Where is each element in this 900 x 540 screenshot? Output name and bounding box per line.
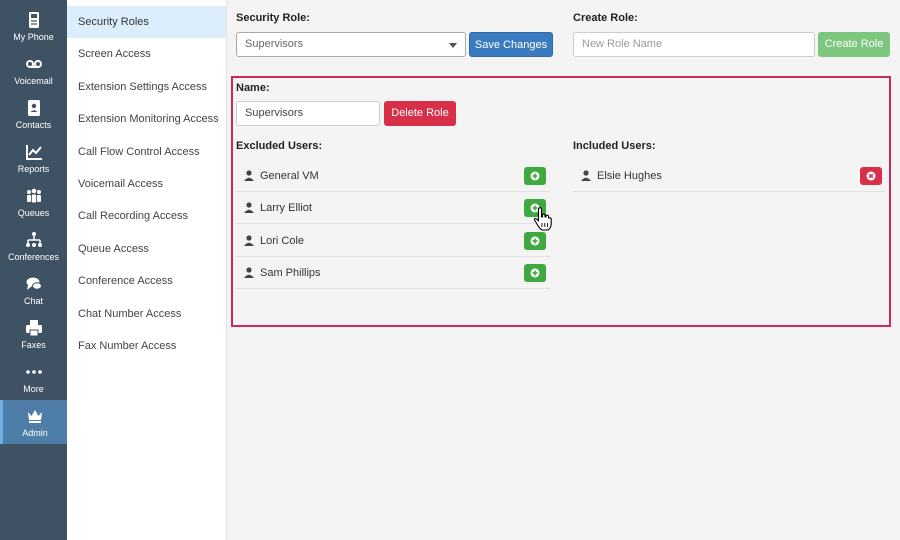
nav-item-faxes[interactable]: Faxes xyxy=(0,312,67,356)
admin-subnav: Security Roles Screen Access Extension S… xyxy=(67,0,227,540)
nav-label: Voicemail xyxy=(14,75,53,86)
nav-label: Admin xyxy=(22,427,48,438)
phone-icon xyxy=(28,11,39,28)
subnav-item-voicemail-access[interactable]: Voicemail Access xyxy=(67,168,226,200)
excluded-users-label: Excluded Users: xyxy=(236,140,323,152)
subnav-item-call-recording-access[interactable]: Call Recording Access xyxy=(67,200,226,232)
nav-label: Chat xyxy=(23,295,43,306)
x-circle-icon xyxy=(866,171,876,181)
main-content: Security Role: Supervisors Save Changes … xyxy=(227,0,900,540)
chevron-down-icon xyxy=(449,43,457,48)
subnav-item-fax-number-access[interactable]: Fax Number Access xyxy=(67,330,226,362)
subnav-item-screen-access[interactable]: Screen Access xyxy=(67,38,226,70)
user-icon xyxy=(244,267,254,278)
subnav-item-conference-access[interactable]: Conference Access xyxy=(67,265,226,297)
nav-label: Queues xyxy=(17,207,50,218)
hand-cursor-icon xyxy=(533,207,552,231)
nav-item-chat[interactable]: Chat xyxy=(0,268,67,312)
subnav-item-chat-number-access[interactable]: Chat Number Access xyxy=(67,298,226,330)
nav-item-voicemail[interactable]: Voicemail xyxy=(0,48,67,92)
included-user-row: Elsie Hughes xyxy=(573,160,885,192)
add-user-button[interactable] xyxy=(524,232,546,250)
plus-circle-icon xyxy=(530,171,540,181)
user-name: Elsie Hughes xyxy=(597,169,662,182)
security-role-label: Security Role: xyxy=(236,12,310,24)
included-users-label: Included Users: xyxy=(573,140,656,152)
name-label: Name: xyxy=(236,82,270,94)
conferences-icon xyxy=(25,231,42,247)
user-icon xyxy=(244,235,254,246)
security-role-selected: Supervisors xyxy=(245,38,304,50)
crown-icon xyxy=(28,409,42,423)
nav-label: More xyxy=(23,383,44,394)
user-icon xyxy=(244,202,254,213)
nav-item-conferences[interactable]: Conferences xyxy=(0,224,67,268)
more-icon xyxy=(25,369,42,374)
nav-label: My Phone xyxy=(13,31,54,42)
voicemail-icon xyxy=(25,59,42,68)
save-changes-button[interactable]: Save Changes xyxy=(469,32,553,57)
excluded-user-row: Sam Phillips xyxy=(236,257,550,289)
plus-circle-icon xyxy=(530,268,540,278)
nav-item-contacts[interactable]: Contacts xyxy=(0,92,67,136)
subnav-item-extension-monitoring-access[interactable]: Extension Monitoring Access xyxy=(67,103,226,135)
role-name-input[interactable]: Supervisors xyxy=(236,101,380,126)
nav-item-queues[interactable]: Queues xyxy=(0,180,67,224)
nav-label: Reports xyxy=(17,163,50,174)
user-name: Sam Phillips xyxy=(260,266,321,279)
reports-icon xyxy=(25,144,42,160)
subnav-item-security-roles[interactable]: Security Roles xyxy=(67,6,226,39)
delete-role-button[interactable]: Delete Role xyxy=(384,101,456,126)
nav-label: Faxes xyxy=(21,339,46,350)
plus-circle-icon xyxy=(530,236,540,246)
subnav-item-extension-settings-access[interactable]: Extension Settings Access xyxy=(67,71,226,103)
excluded-user-row: Larry Elliot xyxy=(236,192,550,224)
create-role-button[interactable]: Create Role xyxy=(818,32,890,57)
user-icon xyxy=(244,170,254,181)
user-name: Larry Elliot xyxy=(260,201,312,214)
fax-icon xyxy=(25,319,42,336)
nav-item-my-phone[interactable]: My Phone xyxy=(0,4,67,48)
security-role-select[interactable]: Supervisors xyxy=(236,32,466,57)
add-user-button[interactable] xyxy=(524,264,546,282)
excluded-user-row: Lori Cole xyxy=(236,225,550,257)
nav-label: Conferences xyxy=(7,251,60,262)
chat-icon xyxy=(26,277,42,290)
nav-item-admin[interactable]: Admin xyxy=(0,400,67,444)
create-role-label: Create Role: xyxy=(573,12,638,24)
excluded-user-row: General VM xyxy=(236,160,550,192)
main-nav: My Phone Voicemail Contacts Reports Queu… xyxy=(0,0,67,540)
user-name: General VM xyxy=(260,169,319,182)
remove-user-button[interactable] xyxy=(860,167,882,185)
nav-item-more[interactable]: More xyxy=(0,356,67,400)
user-name: Lori Cole xyxy=(260,234,305,247)
user-icon xyxy=(581,170,591,181)
subnav-item-queue-access[interactable]: Queue Access xyxy=(67,233,226,265)
new-role-name-input[interactable]: New Role Name xyxy=(573,32,815,57)
queues-icon xyxy=(26,188,41,202)
contacts-icon xyxy=(27,99,40,116)
add-user-button[interactable] xyxy=(524,167,546,185)
nav-item-reports[interactable]: Reports xyxy=(0,136,67,180)
nav-label: Contacts xyxy=(15,119,52,130)
subnav-item-call-flow-control-access[interactable]: Call Flow Control Access xyxy=(67,136,226,168)
